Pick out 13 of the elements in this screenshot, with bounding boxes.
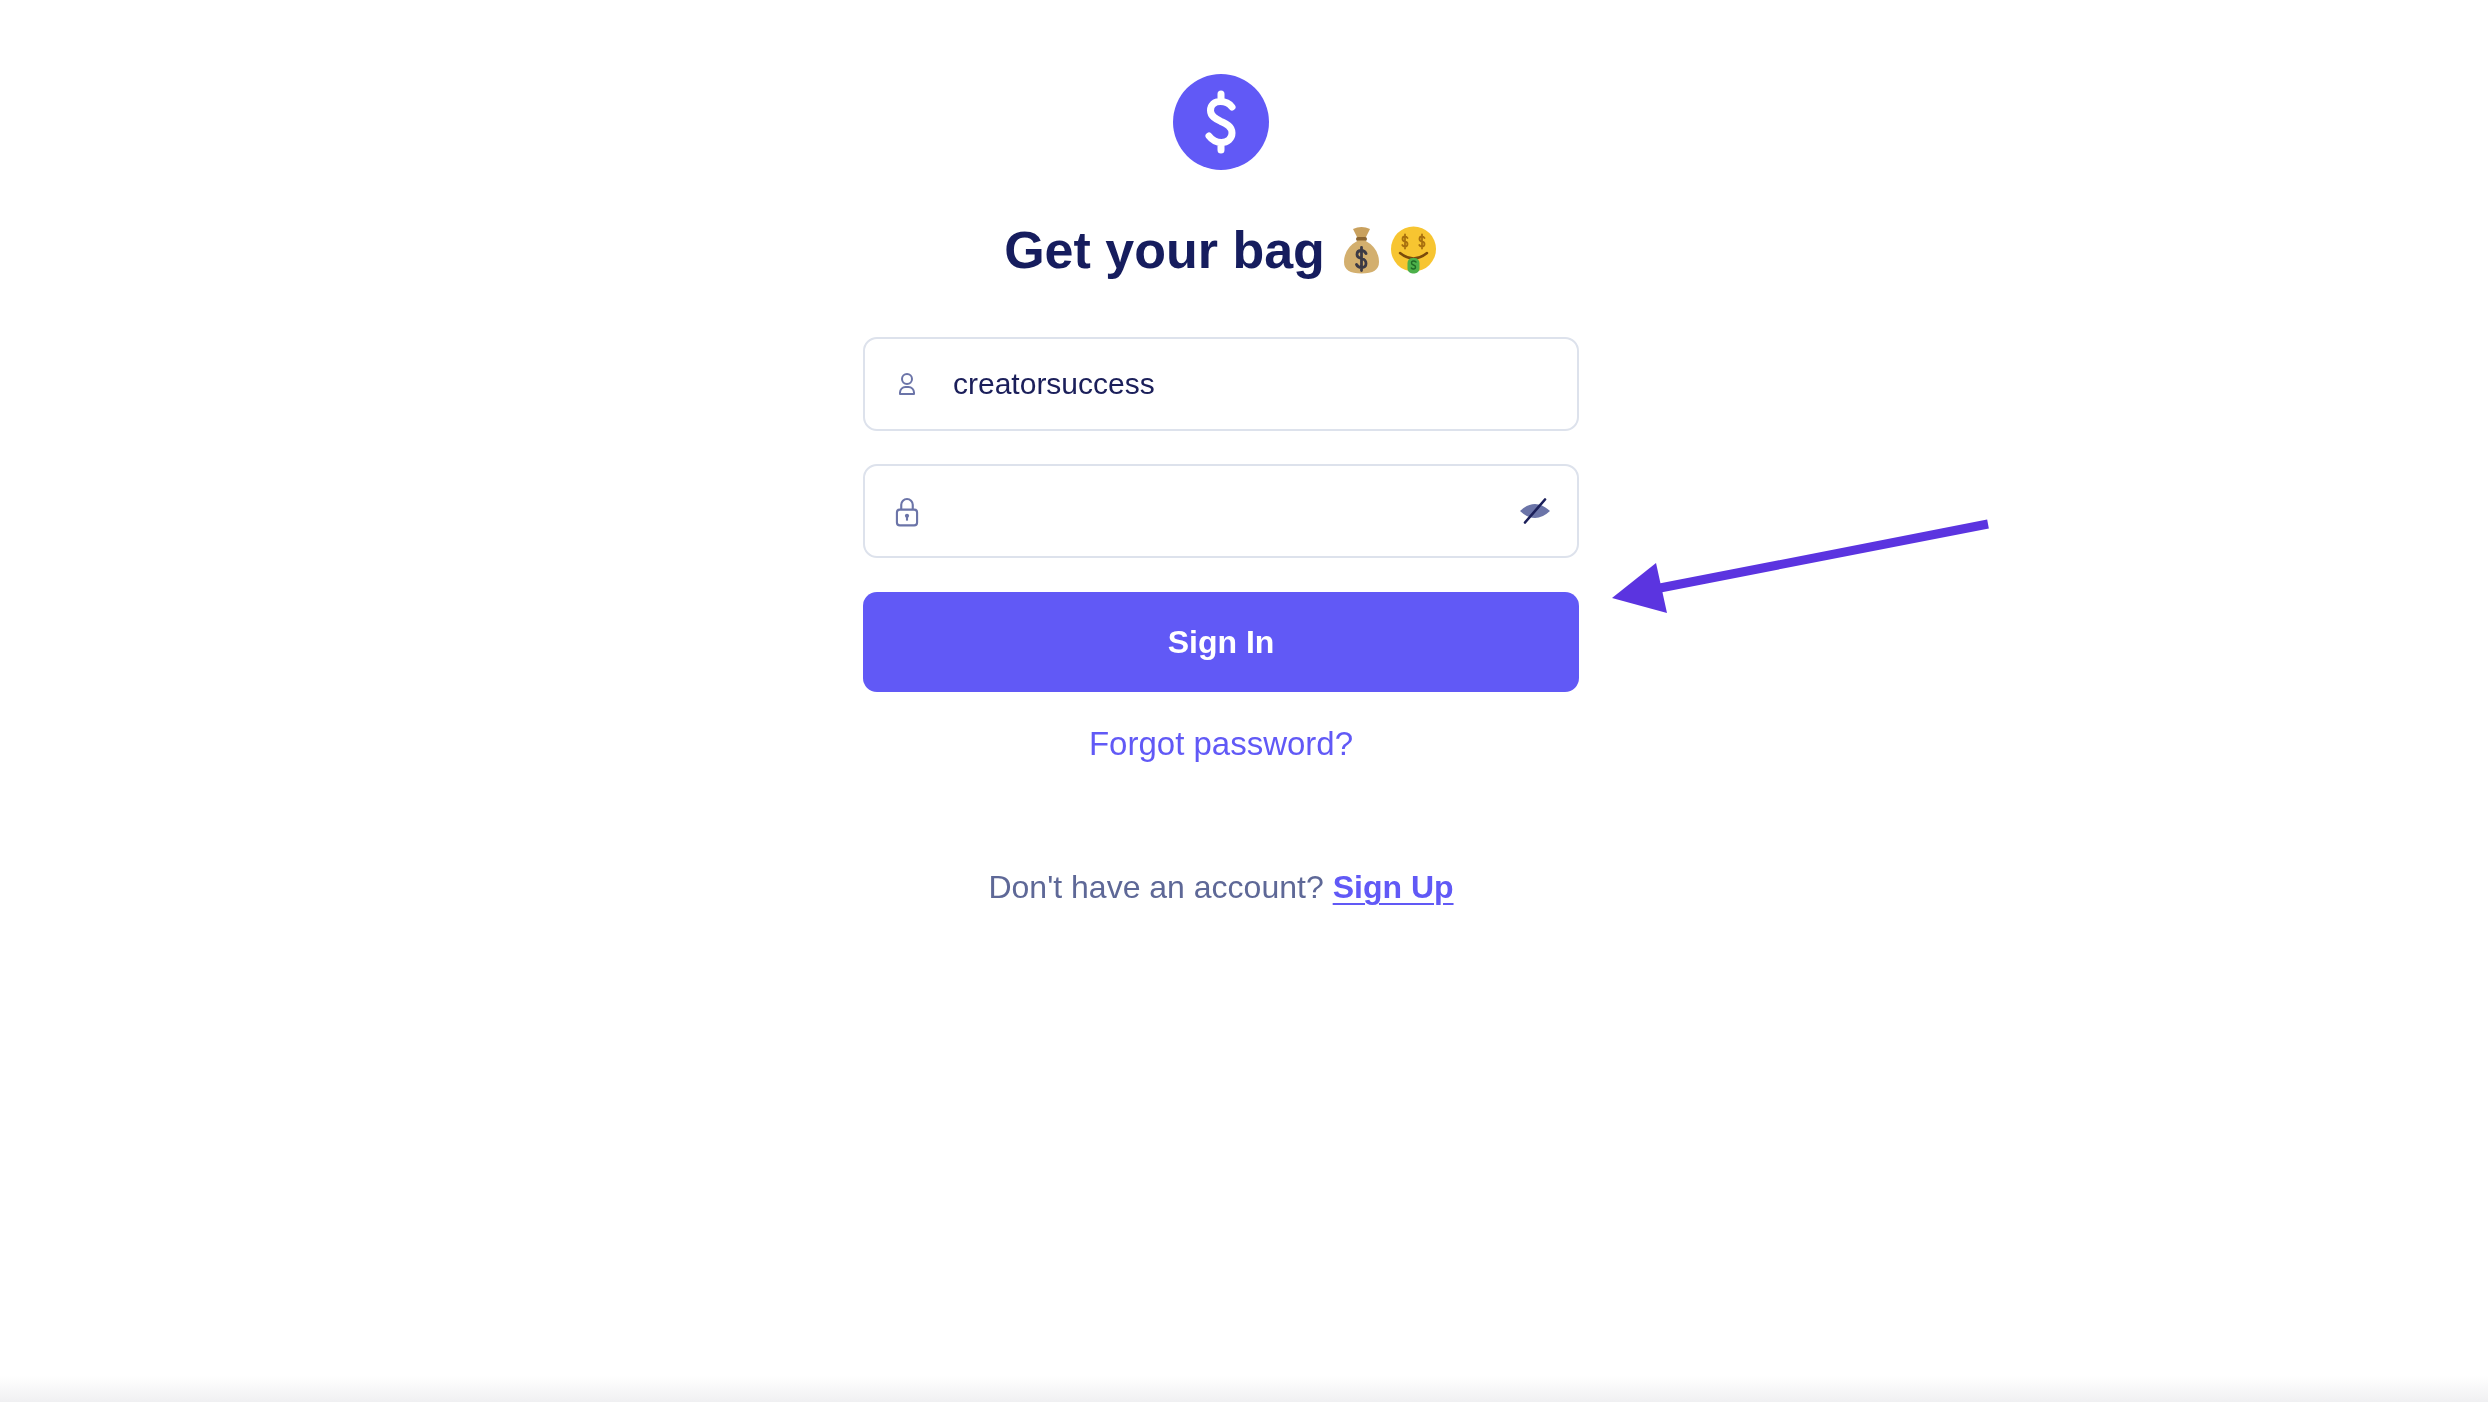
- money-bag-icon: [1342, 226, 1380, 274]
- dollar-circle-icon: [1173, 74, 1269, 170]
- user-icon: [897, 372, 917, 396]
- forgot-password-link[interactable]: Forgot password?: [1088, 724, 1354, 764]
- page-heading: Get your bag: [1004, 220, 1325, 281]
- sign-in-button[interactable]: Sign In: [863, 592, 1579, 692]
- username-field[interactable]: creatorsuccess: [863, 337, 1579, 431]
- lock-icon: [895, 495, 919, 527]
- sign-up-link[interactable]: Sign Up: [1332, 867, 1454, 907]
- eye-slash-icon[interactable]: [1519, 498, 1551, 524]
- signup-prompt-text: Don't have an account?: [988, 868, 1324, 907]
- password-field[interactable]: [863, 464, 1579, 558]
- money-face-icon: [1388, 226, 1438, 274]
